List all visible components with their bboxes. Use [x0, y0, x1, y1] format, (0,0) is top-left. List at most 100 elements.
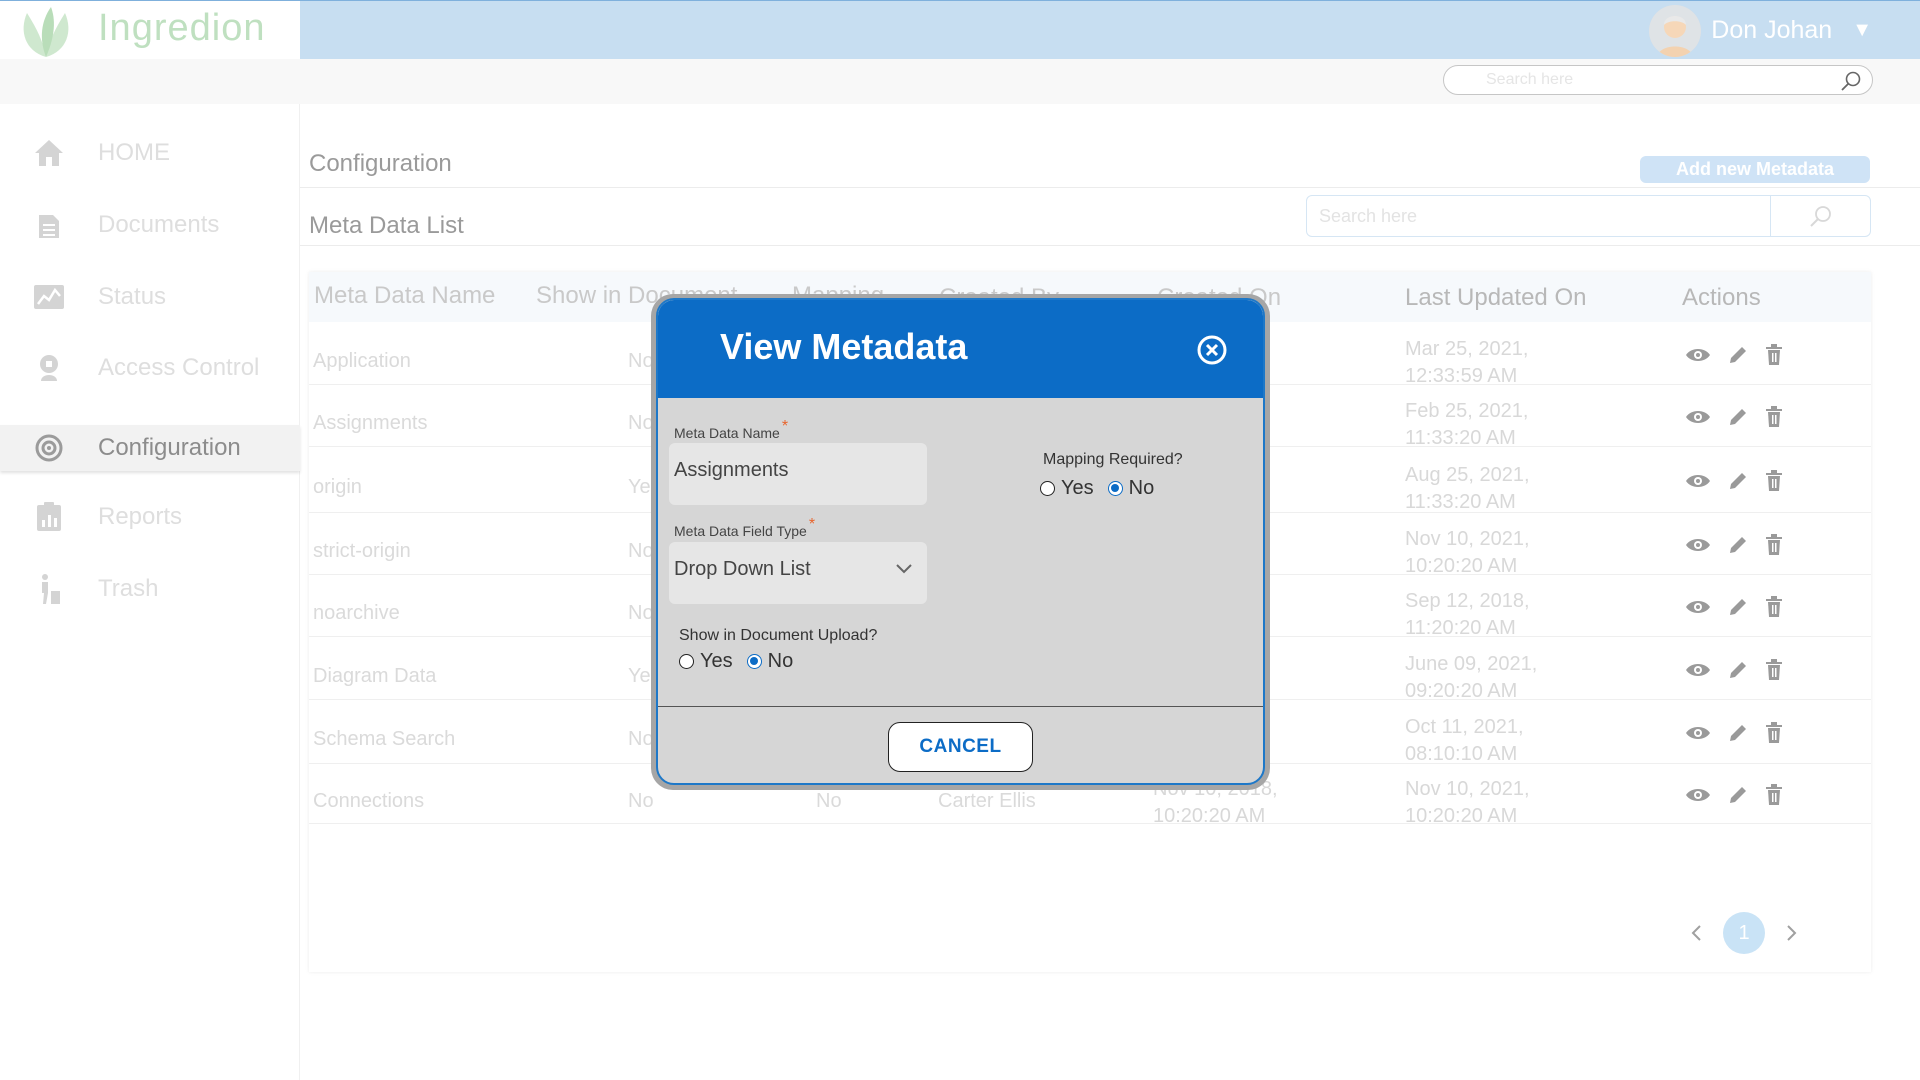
user-menu[interactable]: Don Johan ▼: [1649, 1, 1872, 60]
col-header-name[interactable]: Meta Data Name: [314, 282, 495, 310]
mapping-yes-label: Yes: [1061, 477, 1094, 499]
delete-trash-icon[interactable]: [1765, 344, 1783, 366]
edit-pencil-icon[interactable]: [1727, 470, 1749, 492]
view-metadata-modal: View Metadata Meta Data Name * Assignment…: [656, 298, 1265, 785]
sidebar-item-label: Documents: [98, 211, 220, 238]
updated-time: 10:20:20 AM: [1405, 805, 1518, 827]
global-search-placeholder: Search here: [1486, 71, 1574, 88]
view-eye-icon[interactable]: [1685, 786, 1711, 804]
col-header-last-updated[interactable]: Last Updated On: [1405, 284, 1586, 312]
sidebar-item-home[interactable]: HOME: [0, 130, 300, 176]
updated-date: Aug 25, 2021,: [1405, 464, 1530, 486]
delete-trash-icon[interactable]: [1765, 722, 1783, 744]
sidebar-item-label: Trash: [98, 575, 159, 602]
cell-last-updated: Oct 11, 2021, 08:10:10 AM: [1405, 714, 1524, 768]
avatar[interactable]: [1649, 4, 1702, 57]
view-eye-icon[interactable]: [1685, 472, 1711, 490]
home-icon: [32, 136, 66, 170]
delete-trash-icon[interactable]: [1765, 534, 1783, 556]
cell-show: No: [628, 790, 654, 812]
row-actions: [1685, 406, 1783, 428]
edit-pencil-icon[interactable]: [1727, 344, 1749, 366]
trash-person-icon: [32, 572, 66, 606]
meta-data-field-type-select[interactable]: Drop Down List: [669, 542, 927, 604]
sidebar-item-reports[interactable]: Reports: [0, 494, 300, 540]
delete-trash-icon[interactable]: [1765, 784, 1783, 806]
cancel-button[interactable]: CANCEL: [888, 722, 1033, 772]
sidebar-item-trash[interactable]: Trash: [0, 566, 300, 612]
row-actions: [1685, 659, 1783, 681]
cell-last-updated: Sep 12, 2018, 11:20:20 AM: [1405, 588, 1530, 642]
chevron-left-icon[interactable]: [1689, 923, 1703, 943]
updated-date: Nov 10, 2021,: [1405, 528, 1530, 550]
list-search-button[interactable]: [1770, 196, 1870, 236]
updated-time: 08:10:10 AM: [1405, 743, 1518, 765]
cell-created-by: Carter Ellis: [938, 790, 1036, 812]
edit-pencil-icon[interactable]: [1727, 784, 1749, 806]
view-eye-icon[interactable]: [1685, 536, 1711, 554]
cell-show: No: [628, 412, 654, 434]
updated-time: 10:20:20 AM: [1405, 555, 1518, 577]
view-eye-icon[interactable]: [1685, 346, 1711, 364]
edit-pencil-icon[interactable]: [1727, 659, 1749, 681]
global-search-input[interactable]: Search here: [1443, 65, 1873, 95]
edit-pencil-icon[interactable]: [1727, 722, 1749, 744]
selected-field-type: Drop Down List: [674, 558, 811, 580]
sidebar-item-documents[interactable]: Documents: [0, 202, 300, 248]
cell-last-updated: Nov 10, 2021, 10:20:20 AM: [1405, 776, 1530, 830]
mapping-no-radio[interactable]: [1107, 481, 1123, 496]
required-asterisk: *: [808, 516, 816, 533]
meta-data-name-field[interactable]: Assignments: [669, 443, 927, 505]
delete-trash-icon[interactable]: [1765, 406, 1783, 428]
sidebar-item-label: Access Control: [98, 354, 260, 381]
view-eye-icon[interactable]: [1685, 661, 1711, 679]
search-icon: [1809, 206, 1831, 227]
edit-pencil-icon[interactable]: [1727, 534, 1749, 556]
meta-data-name-label: Meta Data Name *: [674, 418, 788, 443]
updated-time: 12:33:59 AM: [1405, 365, 1518, 387]
close-icon[interactable]: [1196, 334, 1228, 366]
logo[interactable]: Ingredion: [0, 1, 300, 60]
cell-name: Connections: [313, 790, 425, 812]
edit-pencil-icon[interactable]: [1727, 406, 1749, 428]
list-search-input[interactable]: Search here: [1306, 195, 1871, 237]
sidebar-item-access-control[interactable]: Access Control: [0, 345, 300, 391]
row-actions: [1685, 596, 1783, 618]
show-in-upload-radio-group: Yes No: [679, 650, 793, 673]
chevron-down-icon: [896, 564, 912, 574]
cell-name: origin: [313, 476, 362, 498]
show-no-radio[interactable]: [746, 654, 762, 669]
chevron-right-icon[interactable]: [1785, 923, 1799, 943]
updated-date: Mar 25, 2021,: [1405, 338, 1529, 360]
leaf-logo-icon: [23, 7, 69, 57]
edit-pencil-icon[interactable]: [1727, 596, 1749, 618]
mapping-yes-radio[interactable]: [1040, 481, 1055, 496]
meta-data-field-type-label: Meta Data Field Type *: [674, 516, 815, 541]
delete-trash-icon[interactable]: [1765, 470, 1783, 492]
sidebar-item-configuration[interactable]: Configuration: [0, 425, 300, 471]
delete-trash-icon[interactable]: [1765, 659, 1783, 681]
view-eye-icon[interactable]: [1685, 598, 1711, 616]
delete-trash-icon[interactable]: [1765, 596, 1783, 618]
cell-last-updated: Aug 25, 2021, 11:33:20 AM: [1405, 462, 1530, 516]
cell-name: noarchive: [313, 602, 400, 624]
mapping-no-label: No: [1128, 477, 1155, 499]
access-control-icon: [32, 351, 66, 385]
caret-down-icon[interactable]: ▼: [1852, 19, 1872, 42]
sidebar-item-status[interactable]: Status: [0, 274, 300, 320]
status-chart-icon: [32, 280, 66, 314]
view-eye-icon[interactable]: [1685, 724, 1711, 742]
cell-name: Application: [313, 350, 411, 372]
top-header: Ingredion Don Johan ▼: [0, 0, 1920, 60]
search-icon[interactable]: [1840, 70, 1862, 92]
add-new-metadata-button[interactable]: Add new Metadata: [1640, 156, 1870, 183]
cell-last-updated: Mar 25, 2021, 12:33:59 AM: [1405, 336, 1528, 390]
mapping-required-label: Mapping Required?: [1043, 451, 1183, 468]
required-asterisk: *: [781, 418, 789, 435]
row-actions: [1685, 534, 1783, 556]
show-yes-radio[interactable]: [679, 654, 694, 669]
user-name: Don Johan: [1711, 16, 1833, 44]
page-number-button[interactable]: 1: [1723, 912, 1765, 954]
view-eye-icon[interactable]: [1685, 408, 1711, 426]
updated-time: 11:33:20 AM: [1405, 427, 1516, 449]
